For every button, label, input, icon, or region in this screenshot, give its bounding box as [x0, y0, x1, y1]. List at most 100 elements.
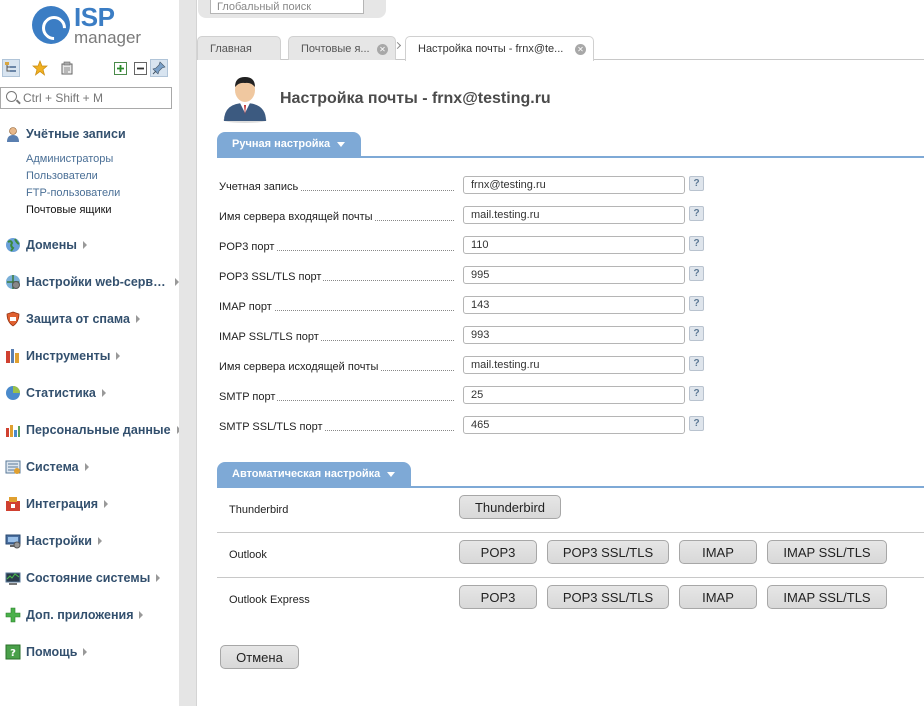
web-server-icon	[5, 274, 21, 290]
account-field[interactable]	[463, 176, 685, 194]
expand-all-icon[interactable]	[111, 59, 129, 77]
collapse-all-icon[interactable]	[131, 59, 149, 77]
help-icon[interactable]: ?	[689, 266, 704, 281]
chevron-right-icon	[101, 389, 106, 397]
nav-group-help[interactable]: ? Помощь	[5, 642, 88, 662]
tab-bar: Главная Почтовые я... ✕ Настройка почты …	[197, 34, 924, 61]
search-icon	[6, 91, 17, 102]
pop3-ssl-port-field[interactable]	[463, 266, 685, 284]
close-icon[interactable]: ✕	[575, 44, 586, 55]
outlook-imap-button[interactable]: IMAP	[679, 540, 757, 564]
shield-icon	[5, 311, 21, 327]
nav-group-label: Настройки	[26, 534, 92, 548]
global-search-input[interactable]	[210, 0, 364, 14]
nav-group-label: Статистика	[26, 386, 96, 400]
svg-text:?: ?	[10, 648, 16, 659]
outlook-pop3-ssl-button[interactable]: POP3 SSL/TLS	[547, 540, 669, 564]
imap-port-field[interactable]	[463, 296, 685, 314]
help-icon[interactable]: ?	[689, 176, 704, 191]
help-icon[interactable]: ?	[689, 236, 704, 251]
outlook-express-pop3-ssl-button[interactable]: POP3 SSL/TLS	[547, 585, 669, 609]
auto-row-label: Outlook Express	[229, 594, 310, 606]
auto-section-toggle[interactable]: Автоматическая настройка	[217, 462, 411, 486]
close-icon[interactable]: ✕	[377, 44, 388, 55]
cancel-button[interactable]: Отмена	[220, 645, 299, 669]
isp-manager-logo[interactable]: ISP manager	[32, 2, 152, 48]
nav-group-web-server[interactable]: Настройки web-серв…	[5, 272, 179, 292]
help-icon[interactable]: ?	[689, 326, 704, 341]
pop3-port-field[interactable]	[463, 236, 685, 254]
outlook-express-pop3-button[interactable]: POP3	[459, 585, 537, 609]
field-label: Имя сервера исходящей почты	[219, 361, 381, 373]
system-icon	[5, 459, 21, 475]
auto-row-label: Outlook	[229, 549, 267, 561]
nav-group-label: Состояние системы	[26, 571, 151, 585]
favorites-star-icon[interactable]	[31, 59, 49, 77]
chevron-right-icon	[82, 241, 87, 249]
clipboard-icon[interactable]	[58, 59, 76, 77]
system-status-icon	[5, 570, 21, 586]
nav-group-personal-data[interactable]: Персональные данные	[5, 420, 181, 440]
nav-group-system[interactable]: Система	[5, 457, 89, 477]
nav-group-accounts[interactable]: Учётные записи	[5, 124, 126, 144]
field-row-outgoing-server: Имя сервера исходящей почты ?	[219, 356, 719, 376]
user-accounts-icon	[5, 126, 21, 142]
outlook-imap-ssl-button[interactable]: IMAP SSL/TLS	[767, 540, 887, 564]
auto-row-label: Thunderbird	[229, 504, 289, 516]
outlook-express-imap-button[interactable]: IMAP	[679, 585, 757, 609]
outgoing-server-field[interactable]	[463, 356, 685, 374]
chevron-right-icon	[135, 315, 140, 323]
tab-mailboxes[interactable]: Почтовые я... ✕	[288, 36, 396, 60]
pie-chart-icon	[5, 385, 21, 401]
tab-label: Настройка почты - frnx@te...	[418, 43, 564, 55]
nav-group-integration[interactable]: Интеграция	[5, 494, 109, 514]
plus-icon	[5, 607, 21, 623]
nav-group-system-status[interactable]: Состояние системы	[5, 568, 161, 588]
chevron-right-icon	[116, 352, 121, 360]
smtp-port-field[interactable]	[463, 386, 685, 404]
user-avatar-icon	[218, 73, 272, 123]
help-icon[interactable]: ?	[689, 296, 704, 311]
sidebar-splitter[interactable]	[179, 0, 197, 706]
nav-item-mailboxes[interactable]: Почтовые ящики	[26, 204, 112, 216]
main-content: Настройка почты - frnx@testing.ru Ручная…	[198, 61, 924, 706]
manual-section-toggle[interactable]: Ручная настройка	[217, 132, 361, 156]
field-label: IMAP SSL/TLS порт	[219, 331, 321, 343]
help-icon[interactable]: ?	[689, 356, 704, 371]
tab-home[interactable]: Главная	[197, 36, 281, 60]
logo-product: manager	[74, 28, 142, 47]
monitor-settings-icon	[5, 533, 21, 549]
field-row-smtp-port: SMTP порт ?	[219, 386, 719, 406]
nav-group-domains[interactable]: Домены	[5, 235, 87, 255]
smtp-ssl-port-field[interactable]	[463, 416, 685, 434]
thunderbird-button[interactable]: Thunderbird	[459, 495, 561, 519]
caret-down-icon	[387, 471, 396, 477]
tree-view-icon[interactable]	[2, 59, 20, 77]
incoming-server-field[interactable]	[463, 206, 685, 224]
outlook-express-imap-ssl-button[interactable]: IMAP SSL/TLS	[767, 585, 887, 609]
nav-item-users[interactable]: Пользователи	[26, 170, 98, 182]
nav-group-label: Защита от спама	[26, 312, 130, 326]
help-icon[interactable]: ?	[689, 386, 704, 401]
nav-item-administrators[interactable]: Администраторы	[26, 153, 113, 165]
nav-item-ftp-users[interactable]: FTP-пользователи	[26, 187, 120, 199]
help-icon[interactable]: ?	[689, 416, 704, 431]
field-label: SMTP порт	[219, 391, 278, 403]
field-row-smtp-ssl-port: SMTP SSL/TLS порт ?	[219, 416, 719, 436]
tab-mail-settings[interactable]: Настройка почты - frnx@te... ✕	[405, 36, 594, 61]
sidebar-toolbar	[0, 59, 179, 79]
help-icon[interactable]: ?	[689, 206, 704, 221]
pin-icon[interactable]	[150, 59, 168, 77]
nav-group-spam-protection[interactable]: Защита от спама	[5, 309, 140, 329]
nav-group-settings[interactable]: Настройки	[5, 531, 102, 551]
nav-group-add-apps[interactable]: Доп. приложения	[5, 605, 144, 625]
global-search	[198, 0, 386, 18]
nav-group-tools[interactable]: Инструменты	[5, 346, 121, 366]
imap-ssl-port-field[interactable]	[463, 326, 685, 344]
page-title: Настройка почты - frnx@testing.ru	[280, 90, 551, 107]
nav-group-label: Доп. приложения	[26, 608, 134, 622]
tab-label: Почтовые я...	[301, 42, 370, 55]
nav-group-statistics[interactable]: Статистика	[5, 383, 106, 403]
sidebar-search-input[interactable]	[23, 90, 168, 106]
outlook-pop3-button[interactable]: POP3	[459, 540, 537, 564]
